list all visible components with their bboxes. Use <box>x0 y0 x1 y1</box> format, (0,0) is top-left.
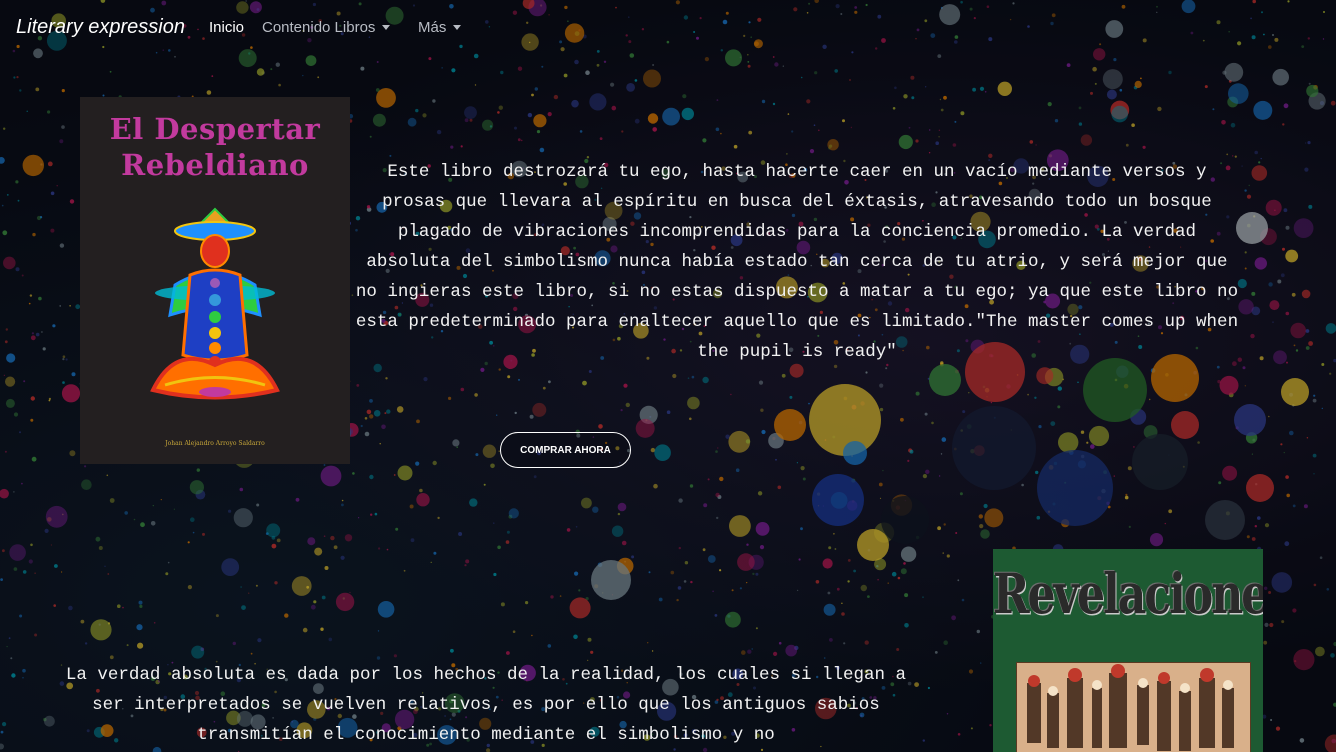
cover-title-line1: El Despertar <box>109 112 321 146</box>
cover-title: El Despertar Rebeldiano <box>80 111 350 183</box>
book-cover-revelaciones[interactable]: Revelaciones <box>993 549 1263 752</box>
meditating-figure-illustration <box>150 207 280 400</box>
nav-item-contenido-libros[interactable]: Contenido Libros <box>262 19 391 36</box>
cover-title-line2: Rebeldiano <box>121 148 309 182</box>
nav-item-inicio[interactable]: Inicio <box>209 19 244 36</box>
book-cover-el-despertar-rebeldiano[interactable]: El Despertar Rebeldiano Johan Alejandro … <box>80 97 350 464</box>
navbar: Literary expression Inicio Contenido Lib… <box>0 0 1336 56</box>
book-description: Este libro destrozará tu ego, hasta hace… <box>355 162 1239 362</box>
buy-now-button[interactable]: COMPRAR AHORA <box>500 432 631 468</box>
cover-title: Revelaciones <box>993 563 1263 627</box>
nav-item-label: Más <box>418 19 447 36</box>
brand-logo[interactable]: Literary expression <box>16 16 185 39</box>
book-description: La verdad absoluta es dada por los hecho… <box>65 665 907 745</box>
cover-painting <box>1016 662 1251 752</box>
nav-item-mas[interactable]: Más <box>418 19 462 36</box>
nav-item-label: Contenido Libros <box>262 19 376 36</box>
cover-author: Johan Alejandro Arroyo Saldarro <box>165 440 265 447</box>
nav-item-label: Inicio <box>209 19 245 36</box>
caret-down-icon <box>453 25 462 30</box>
caret-down-icon <box>382 25 391 30</box>
